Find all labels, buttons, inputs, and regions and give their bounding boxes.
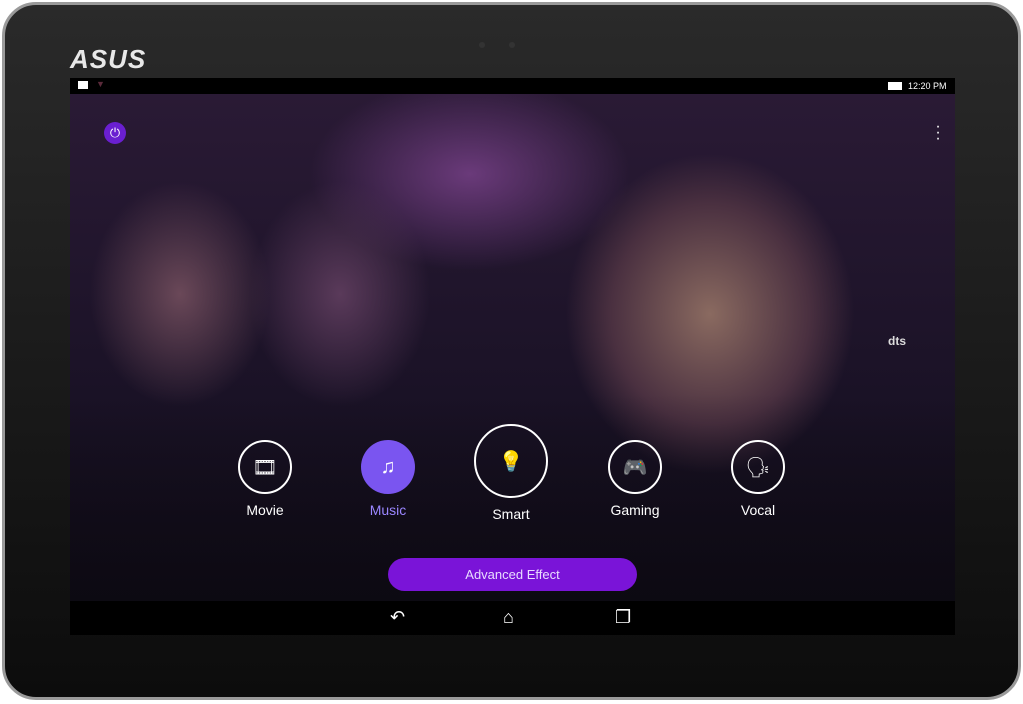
gamepad-icon: 🎮 xyxy=(608,440,662,494)
front-camera xyxy=(509,42,515,48)
home-icon[interactable]: ⌂ xyxy=(503,607,514,628)
film-icon: 🎞 xyxy=(238,440,292,494)
music-note-icon: ♫ xyxy=(361,440,415,494)
screen: ▼ 12:20 PM ⏻ · · · dts 🎞 Movie ♫ Music 💡 S… xyxy=(70,78,955,635)
mode-label: Vocal xyxy=(740,502,776,518)
mode-smart[interactable]: 💡 Smart xyxy=(470,424,552,522)
mode-vocal[interactable]: 🗣 Vocal xyxy=(723,440,793,518)
background-image: ⏻ · · · dts 🎞 Movie ♫ Music 💡 Smart 🎮 Gami… xyxy=(70,94,955,601)
navigation-bar: ↶ ⌂ ❐ xyxy=(70,601,955,635)
advanced-effect-button[interactable]: Advanced Effect xyxy=(388,558,637,591)
power-icon: ⏻ xyxy=(109,125,121,140)
dts-logo: dts xyxy=(888,334,906,348)
brand-logo: ASUS xyxy=(70,44,147,74)
lightbulb-icon: 💡 xyxy=(474,424,548,498)
sensor-dot xyxy=(479,42,485,48)
speaker-voice-icon: 🗣 xyxy=(731,440,785,494)
mode-label: Music xyxy=(369,502,407,518)
back-icon[interactable]: ↶ xyxy=(390,607,405,628)
status-bar: ▼ 12:20 PM xyxy=(70,78,955,94)
recent-apps-icon[interactable]: ❐ xyxy=(615,607,631,628)
mode-label: Gaming xyxy=(610,502,660,518)
mode-label: Smart xyxy=(492,506,530,522)
mode-label: Movie xyxy=(246,502,284,518)
overflow-menu-icon[interactable]: · · · xyxy=(935,119,941,147)
power-toggle[interactable]: ⏻ xyxy=(104,122,126,144)
mode-gaming[interactable]: 🎮 Gaming xyxy=(600,440,670,518)
clock: 12:20 PM xyxy=(908,81,947,91)
mode-movie[interactable]: 🎞 Movie xyxy=(230,440,300,518)
gallery-notification-icon xyxy=(78,81,88,89)
battery-icon xyxy=(888,82,902,90)
wifi-icon: ▼ xyxy=(96,79,105,89)
mode-music[interactable]: ♫ Music xyxy=(353,440,423,518)
